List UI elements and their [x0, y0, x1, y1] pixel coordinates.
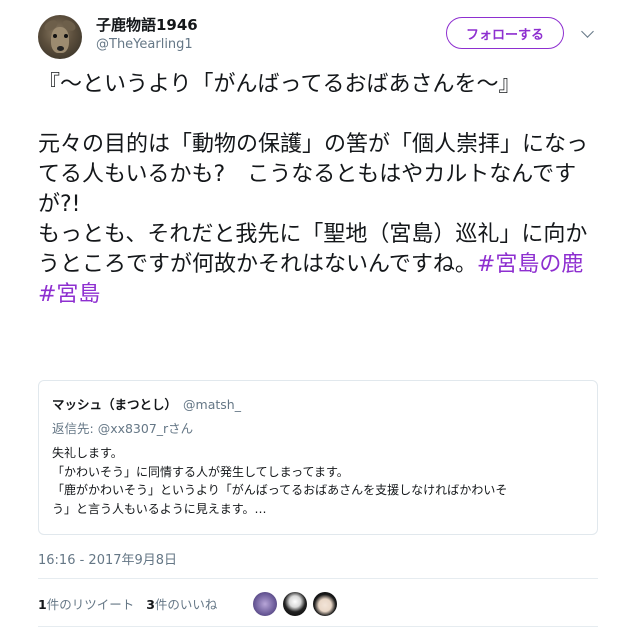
quoted-reply-context: 返信先: @xx8307_rさん	[52, 418, 193, 437]
retweet-label: 件のリツイート	[46, 597, 135, 612]
quoted-body-line: う」と言う人もいるように見えます。…	[52, 501, 267, 516]
tweet-line-1: 『～というより「がんばってるおばあさんを～』	[38, 72, 521, 97]
retweet-count: 1	[38, 597, 47, 612]
tweet-timestamp[interactable]: 16:16 - 2017年9月8日	[38, 549, 177, 568]
like-count: 3	[146, 597, 155, 612]
hashtag-link-miyajima-deer[interactable]: #宮島の鹿	[477, 252, 583, 277]
retweet-stat[interactable]: 1件のリツイート	[38, 597, 134, 612]
follow-button[interactable]: フォローする	[446, 17, 564, 49]
tweet-text: 『～というより「がんばってるおばあさんを～』 元々の目的は「動物の保護」の筈が「…	[38, 70, 598, 310]
quoted-author: マッシュ（まつとし） @matsh_	[52, 394, 241, 413]
like-stat[interactable]: 3件のいいね	[146, 597, 217, 612]
liker-avatar[interactable]	[283, 592, 307, 616]
author-display-name[interactable]: 子鹿物語1946	[96, 14, 198, 35]
quoted-tweet[interactable]: マッシュ（まつとし） @matsh_ 返信先: @xx8307_rさん 失礼します…	[38, 380, 598, 535]
tweet-line-2: 元々の目的は「動物の保護」の筈が「個人崇拝」になってる人もいるかも? こうなると…	[38, 132, 589, 217]
quoted-body-line: 「かわいそう」に同情する人が発生してしまってます。	[52, 464, 349, 479]
quoted-author-name: マッシュ（まつとし）	[52, 397, 178, 412]
liker-avatar[interactable]	[313, 592, 337, 616]
hashtag-link-miyajima[interactable]: #宮島	[38, 282, 100, 307]
reply-prefix: 返信先:	[52, 421, 98, 436]
deer-eye-right	[64, 34, 68, 38]
quoted-body: 失礼します。 「かわいそう」に同情する人が発生してしまってます。 「鹿がかわいそ…	[52, 444, 592, 518]
divider-bottom	[38, 626, 598, 627]
divider-top	[38, 578, 598, 579]
author-avatar[interactable]	[38, 15, 82, 59]
liker-avatar[interactable]	[253, 592, 277, 616]
reply-to-link[interactable]: @xx8307_rさん	[98, 421, 194, 436]
quoted-body-line: 「鹿がかわいそう」というより「がんばってるおばあさんを支援しなければかわいそ	[52, 483, 508, 497]
engagement-stats: 1件のリツイート 3件のいいね	[38, 594, 217, 613]
deer-nose	[57, 46, 64, 51]
tweet-line-3: もっとも、それだと我先に「聖地（宮島）巡礼」に向かうところですが何故かそれはない…	[38, 220, 598, 310]
like-label: 件のいいね	[154, 597, 218, 612]
quoted-author-handle: @matsh_	[183, 397, 241, 412]
quoted-body-line: 失礼します。	[52, 446, 123, 460]
chevron-down-icon[interactable]	[581, 25, 594, 38]
author-handle[interactable]: @TheYearling1	[96, 37, 193, 52]
deer-eye-left	[53, 34, 57, 38]
